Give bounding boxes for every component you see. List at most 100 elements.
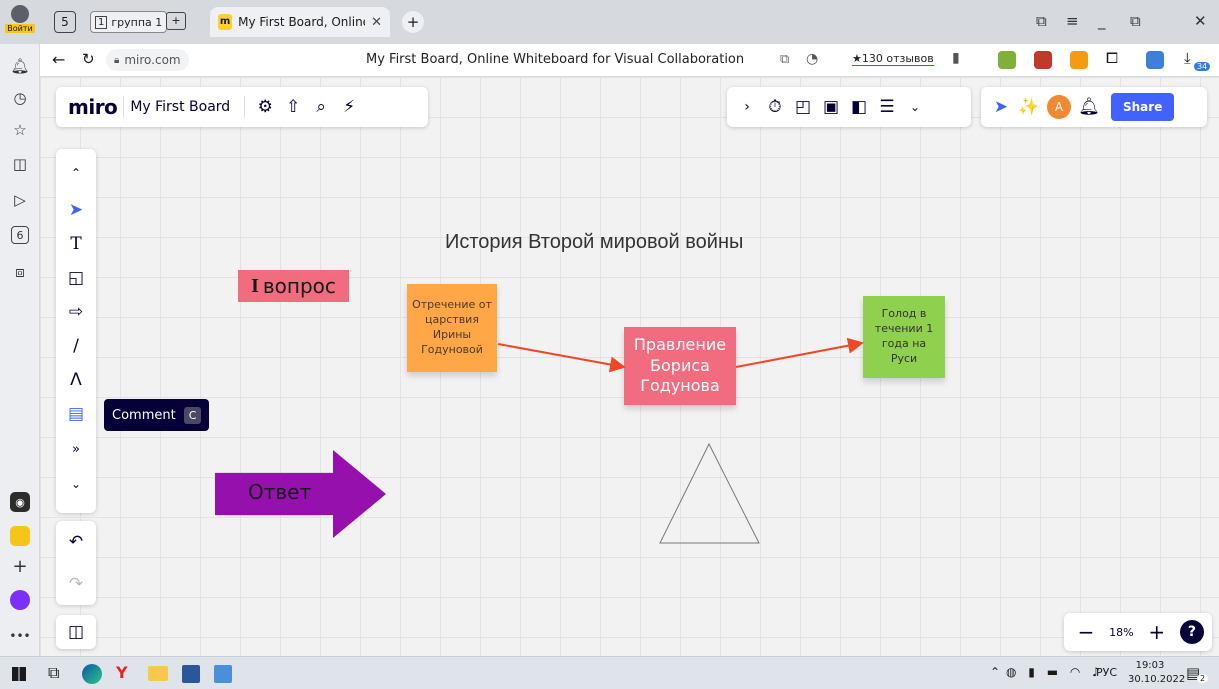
undo-icon[interactable]: ↶ [62,528,90,556]
url-chip[interactable]: 🔒︎ miro.com [106,49,189,71]
integrations-icon[interactable]: ⚡ [335,93,363,121]
frames-panel-button[interactable]: ◫ [56,615,96,649]
language-indicator[interactable]: РУС [1096,666,1117,679]
notifications-icon[interactable]: 🔔︎ [10,56,30,76]
follow-cursor-icon[interactable]: ➤ [987,93,1015,121]
miro-logo[interactable]: miro [68,95,118,119]
protect-icon[interactable]: ◔ [806,51,818,67]
timer-icon[interactable]: ⏱ [761,93,789,121]
shape-tool-icon[interactable]: ⇨ [62,295,90,329]
video-icon[interactable]: ▷ [10,190,30,210]
reload-icon[interactable]: ↻ [82,50,95,68]
expand-chevron-icon[interactable]: › [733,93,761,121]
extension-1-icon[interactable] [998,51,1016,69]
pen-tool-icon[interactable]: Λ [62,363,90,397]
alice-app-1-icon[interactable]: ◉ [10,492,30,512]
tab-group-chip[interactable]: 1 группа 1 [90,11,168,33]
downloads-icon[interactable]: ⤓ [1184,49,1191,67]
clock[interactable]: 19:03 30.10.2022 [1128,659,1185,687]
sticky-note-icon[interactable]: ◱ [62,261,90,295]
extension-3-icon[interactable] [1070,51,1088,69]
connector-arrow-2[interactable] [735,337,864,368]
more-tools-chevron-icon[interactable]: ⌄ [901,93,929,121]
new-tab-button[interactable]: + [402,11,424,33]
tab-my-first-board[interactable]: m My First Board, Online V ✕ [210,7,390,37]
back-icon[interactable]: ← [52,50,65,69]
close-tab-icon[interactable]: ✕ [371,15,382,30]
minimize-icon[interactable]: _ [1098,12,1106,30]
more-icon[interactable]: ••• [9,626,30,646]
expand-down-icon[interactable]: ⌄ [62,467,90,501]
favorites-icon[interactable]: ☆ [10,120,30,140]
url-text: miro.com [124,53,181,67]
answer-label[interactable]: Ответ [248,480,311,504]
sticky-note-green[interactable]: Голод в течении 1 года на Руси [863,296,945,378]
yandex-icon[interactable]: Y [116,663,128,682]
bookmark-icon[interactable]: ▮ [952,50,960,66]
profile-login-button[interactable]: Войти [4,2,36,40]
connector-arrow-1[interactable] [497,343,626,373]
task-view-icon[interactable]: ⧉ [48,663,59,683]
extensions-puzzle-icon[interactable]: ⧠ [1106,49,1118,67]
new-tab-group-icon[interactable]: + [166,12,186,30]
text-tool-icon[interactable]: T [62,227,90,261]
tooltip-label: Comment [112,407,176,423]
collapse-up-icon[interactable]: ⌃ [62,153,90,193]
export-icon[interactable]: ⇧ [279,93,307,121]
collaboration-tools-panel: › ⏱ ◰ ▣ ◧ ☰ ⌄ [727,87,971,127]
redo-icon[interactable]: ↷ [62,570,90,598]
extension-2-icon[interactable] [1034,51,1052,69]
question-label-box[interactable]: I вопрос [238,270,349,302]
windows-start-icon[interactable] [12,667,26,681]
comment-tool-icon[interactable]: ▤ [62,397,90,431]
reviews-link[interactable]: ★130 отзывов [852,52,934,66]
zoom-level[interactable]: 18% [1109,626,1133,639]
more-tools-icon[interactable]: » [62,431,90,467]
zoom-in-icon[interactable]: + [1143,618,1171,646]
reactions-icon[interactable]: ✨ [1015,93,1043,121]
extension-4-icon[interactable] [1146,51,1164,69]
collections-icon[interactable]: ◫ [10,154,30,174]
avatar[interactable]: A [1047,95,1071,119]
presentation-icon[interactable]: ◧ [845,93,873,121]
line-tool-icon[interactable]: ∕ [62,329,90,363]
menu-icon[interactable]: ≡ [1066,12,1079,30]
alice-app-2-icon[interactable] [10,526,30,546]
close-window-icon[interactable]: ✕ [1194,12,1207,30]
frame-count-icon[interactable]: ▣ [817,93,845,121]
bell-icon[interactable]: 🔔︎ [1075,93,1103,121]
user-icon [11,5,29,23]
paint-icon[interactable] [214,665,232,683]
screenshot-icon[interactable]: ⧈ [10,262,30,282]
file-explorer-icon[interactable] [148,666,168,681]
notes-icon[interactable]: ☰ [873,93,901,121]
tab-counter-button[interactable]: 5 [54,11,76,33]
miro-favicon-icon: m [218,14,233,30]
sticky-note-pink[interactable]: Правление Бориса Годунова [624,327,736,405]
board-title-text[interactable]: История Второй мировой войны [445,231,743,254]
history-icon[interactable]: ◷ [10,88,30,108]
address-bar: ← ↻ 🔒︎ miro.com My First Board, Online W… [40,44,1219,77]
select-cursor-icon[interactable]: ➤ [62,193,90,227]
copy-link-icon[interactable]: ⧉ [780,52,789,67]
triangle-shape[interactable] [659,442,760,544]
show-hidden-icons-icon[interactable]: ⌃ [990,665,1000,679]
board-name[interactable]: My First Board [130,99,230,115]
search-icon[interactable]: ⌕ [307,93,335,121]
miro-board-canvas[interactable]: miro My First Board ⚙ ⇧ ⌕ ⚡ › ⏱ ◰ ▣ ◧ ☰ … [40,77,1219,656]
share-button[interactable]: Share [1111,93,1175,121]
help-icon[interactable]: ? [1179,620,1204,644]
clock-time: 19:03 [1135,660,1165,671]
zoom-out-icon[interactable]: − [1072,618,1100,646]
tray-icons[interactable]: ◍ ▮ ▬ ◠ ♪ [1006,665,1104,679]
settings-icon[interactable]: ⚙ [251,93,279,121]
card-icon[interactable]: ◰ [789,93,817,121]
tab-list-icon[interactable]: ⧉ [1036,12,1047,30]
restore-icon[interactable]: ⧉ [1130,12,1141,30]
edge-icon[interactable] [82,664,102,684]
word-icon[interactable] [182,665,200,683]
alice-assistant-icon[interactable] [10,590,30,610]
sticky-note-orange[interactable]: Отречение от царствия Ирины Годуновой [407,284,497,372]
add-app-icon[interactable]: + [10,556,30,577]
tab-counter-rail-icon[interactable]: 6 [11,226,29,244]
